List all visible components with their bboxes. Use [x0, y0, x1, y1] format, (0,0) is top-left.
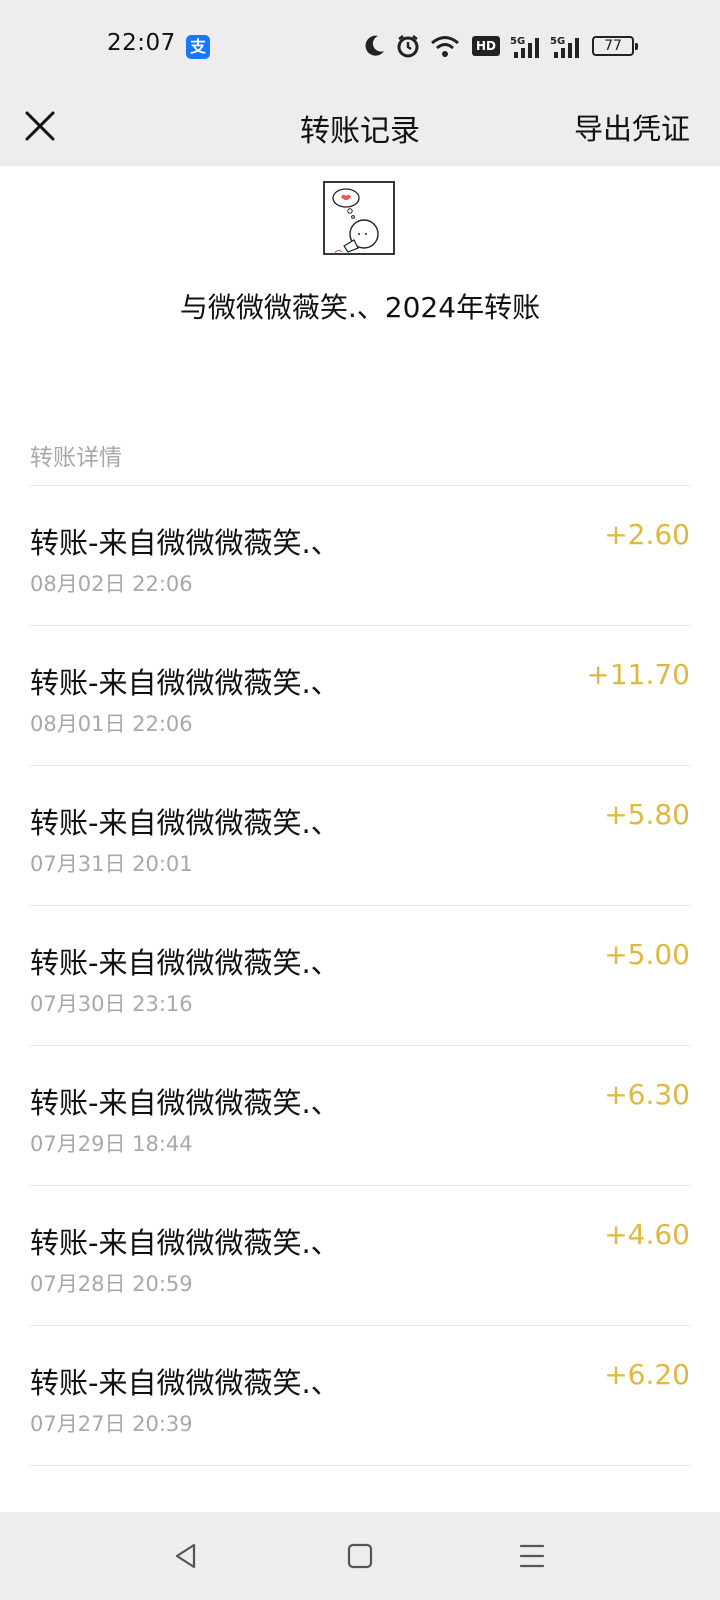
transaction-title: 转账-来自微微微薇笑.、 [30, 1366, 340, 1400]
list-item[interactable]: 转账-来自微微微薇笑.、 08月01日 22:06 +11.70 [30, 626, 690, 766]
list-item[interactable]: 转账-来自微微微薇笑.、 08月02日 22:06 +2.60 [30, 486, 690, 626]
transaction-title: 转账-来自微微微薇笑.、 [30, 666, 340, 700]
svg-text:5G: 5G [510, 36, 525, 47]
avatar [323, 181, 395, 255]
transaction-amount: +5.80 [604, 798, 690, 831]
transaction-amount: +6.30 [604, 1078, 690, 1111]
transaction-title: 转账-来自微微微薇笑.、 [30, 1226, 340, 1260]
transaction-date: 08月01日 22:06 [30, 712, 193, 736]
transaction-amount: +6.20 [604, 1358, 690, 1391]
transaction-title: 转账-来自微微微薇笑.、 [30, 946, 340, 980]
transaction-amount: +4.60 [604, 1218, 690, 1251]
transaction-amount: +2.60 [604, 518, 690, 551]
status-icons: HD 5G 5G 77 [364, 34, 664, 62]
transaction-amount: +11.70 [586, 658, 690, 691]
svg-text:5G: 5G [550, 36, 565, 47]
transaction-amount: +5.00 [604, 938, 690, 971]
alipay-icon: 支 [186, 35, 210, 59]
alarm-icon [397, 35, 419, 58]
home-square-icon[interactable] [346, 1542, 374, 1570]
export-voucher-button[interactable]: 导出凭证 [574, 106, 690, 148]
transaction-title: 转账-来自微微微薇笑.、 [30, 1086, 340, 1120]
signal-5g-icon: 5G [550, 36, 579, 58]
transaction-date: 07月31日 20:01 [30, 852, 193, 876]
signal-5g-icon: 5G [510, 36, 539, 58]
transaction-date: 07月28日 20:59 [30, 1272, 193, 1296]
battery-icon: 77 [592, 36, 638, 56]
transaction-date: 08月02日 22:06 [30, 572, 193, 596]
system-nav-bar [0, 1512, 720, 1600]
transaction-title: 转账-来自微微微薇笑.、 [30, 806, 340, 840]
transaction-date: 07月27日 20:39 [30, 1412, 193, 1436]
nav-bar: 转账记录 导出凭证 [0, 88, 720, 166]
list-item[interactable]: 转账-来自微微微薇笑.、 07月28日 20:59 +4.60 [30, 1186, 690, 1326]
section-label: 转账详情 [30, 445, 122, 471]
list-item[interactable]: 转账-来自微微微薇笑.、 07月31日 20:01 +5.80 [30, 766, 690, 906]
transaction-date: 07月30日 23:16 [30, 992, 193, 1016]
list-item[interactable]: 转账-来自微微微薇笑.、 07月27日 20:39 +6.20 [30, 1326, 690, 1466]
partner-title: 与微微微薇笑.、2024年转账 [179, 291, 541, 324]
wifi-icon [431, 36, 459, 57]
status-time: 22:07 [107, 30, 176, 56]
transaction-date: 07月29日 18:44 [30, 1132, 193, 1156]
list-item[interactable]: 转账-来自微微微薇笑.、 07月29日 18:44 +6.30 [30, 1046, 690, 1186]
transaction-title: 转账-来自微微微薇笑.、 [30, 526, 340, 560]
moon-icon [365, 35, 384, 56]
list-item[interactable]: 转账-来自微微微薇笑.、 07月30日 23:16 +5.00 [30, 906, 690, 1046]
hd-icon: HD [472, 36, 500, 56]
back-triangle-icon[interactable] [172, 1542, 200, 1570]
status-bar: 22:07 支 HD 5G 5G 77 [0, 0, 720, 88]
transaction-list: 转账-来自微微微薇笑.、 08月02日 22:06 +2.60 转账-来自微微微… [30, 486, 690, 1466]
menu-lines-icon[interactable] [518, 1542, 546, 1570]
